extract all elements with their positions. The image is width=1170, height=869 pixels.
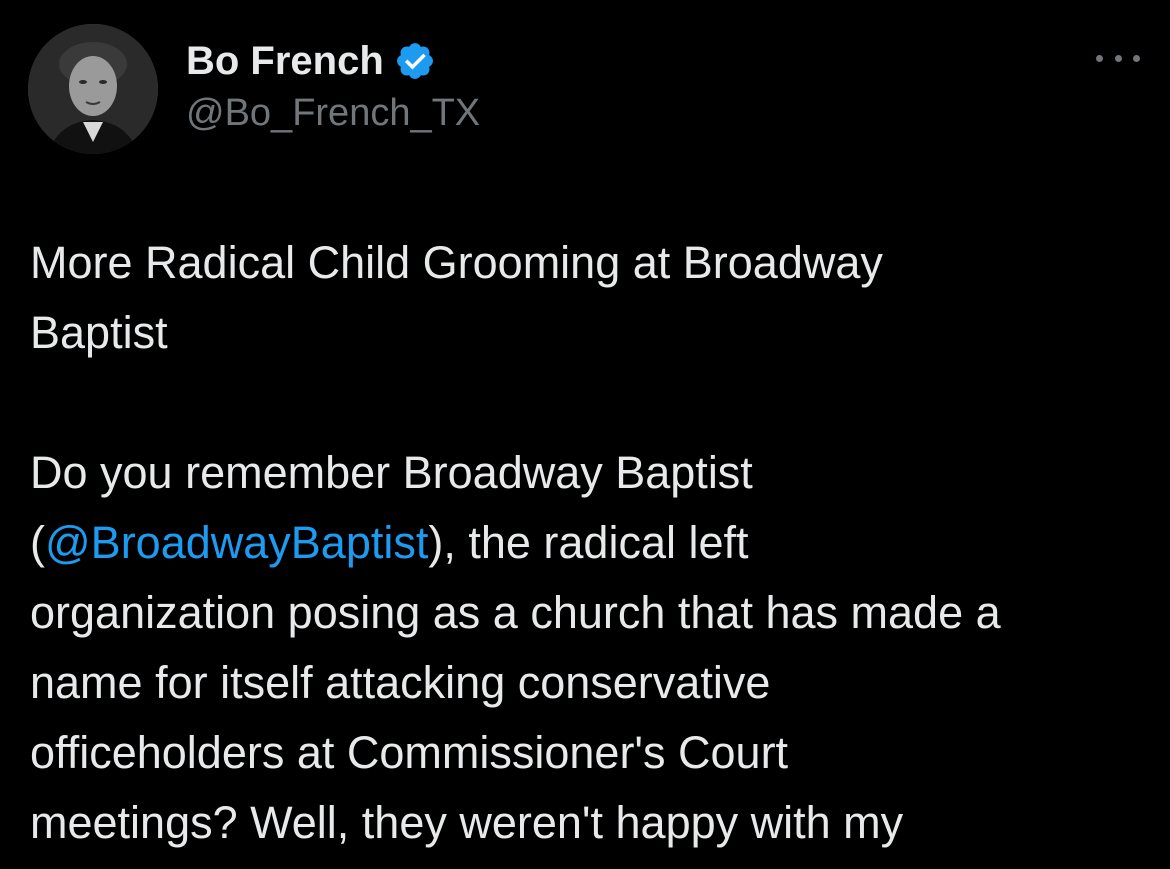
tweet-line: (@BroadwayBaptist), the radical left bbox=[30, 508, 1150, 578]
tweet-line: organization posing as a church that has… bbox=[30, 587, 1001, 638]
verified-badge-icon bbox=[396, 43, 433, 79]
tweet-line: Do you remember Broadway Baptist bbox=[30, 447, 753, 498]
ellipsis-icon bbox=[1096, 54, 1103, 62]
tweet-text: More Radical Child Grooming at Broadway … bbox=[30, 228, 1150, 858]
profile-photo-icon bbox=[28, 24, 158, 154]
avatar[interactable] bbox=[28, 24, 158, 154]
author-name-row: Bo French bbox=[186, 36, 436, 86]
tweet-line: name for itself attacking conservative bbox=[30, 657, 771, 708]
user-handle[interactable]: @Bo_French_TX bbox=[186, 92, 480, 135]
display-name[interactable]: Bo French bbox=[186, 39, 384, 84]
ellipsis-icon bbox=[1133, 54, 1140, 62]
paren-open: ( bbox=[30, 517, 45, 568]
line-remainder: ), the radical left bbox=[428, 517, 749, 568]
tweet-line: Baptist bbox=[30, 307, 168, 358]
tweet-line: More Radical Child Grooming at Broadway bbox=[30, 237, 883, 288]
tweet-line: meetings? Well, they weren't happy with … bbox=[30, 797, 904, 848]
tweet-line: officeholders at Commissioner's Court bbox=[30, 727, 789, 778]
ellipsis-icon bbox=[1114, 54, 1122, 62]
mention-link[interactable]: @BroadwayBaptist bbox=[45, 517, 428, 568]
more-options-button[interactable] bbox=[1096, 48, 1140, 68]
